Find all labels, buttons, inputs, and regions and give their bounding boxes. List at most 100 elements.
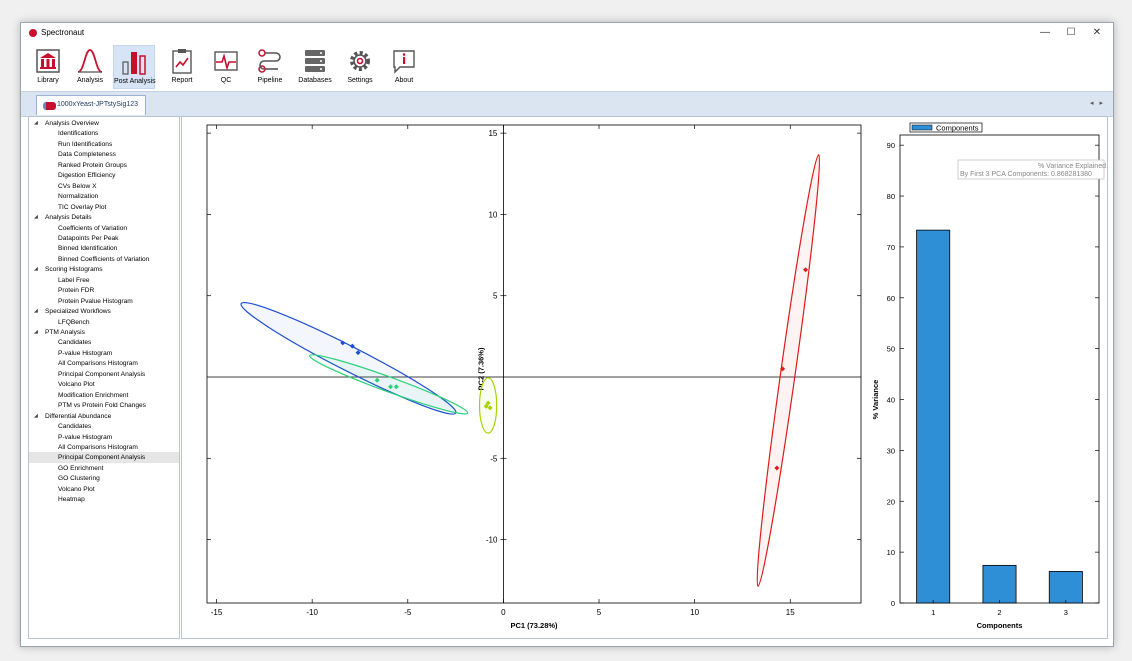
toolbar-databases-label: Databases bbox=[298, 77, 332, 84]
toolbar-library-button[interactable]: Library bbox=[29, 45, 67, 89]
library-icon bbox=[36, 49, 60, 73]
tree-item[interactable]: Label Free bbox=[29, 275, 179, 286]
tree-item[interactable]: P-value Histogram bbox=[29, 432, 179, 443]
x-tick-label: 3 bbox=[1064, 608, 1068, 617]
toolbar-about-label: About bbox=[394, 77, 414, 84]
close-button[interactable]: ✕ bbox=[1083, 26, 1111, 40]
tree-item[interactable]: Principal Component Analysis bbox=[29, 452, 179, 464]
document-tab-strip: 1000xYeast-JPTstySig123 ◂ ▸ bbox=[21, 91, 1113, 117]
tree-item-label: Normalization bbox=[58, 193, 99, 201]
tree-item[interactable]: Protein FDR bbox=[29, 285, 179, 296]
toolbar-settings-button[interactable]: Settings bbox=[341, 45, 379, 89]
tree-item[interactable]: Data Completeness bbox=[29, 149, 179, 160]
tree-item-label: Candidates bbox=[58, 339, 92, 347]
tree-group[interactable]: ◢ Analysis Overview bbox=[29, 118, 179, 129]
tree-group[interactable]: ◢ Specialized Workflows bbox=[29, 306, 179, 317]
collapse-caret-icon[interactable]: ◢ bbox=[34, 306, 38, 317]
tree-item-label: Protein FDR bbox=[58, 287, 95, 295]
toolbar-analysis-button[interactable]: Analysis bbox=[71, 45, 109, 89]
tree-item[interactable]: Protein Pvalue Histogram bbox=[29, 296, 179, 307]
tree-item[interactable]: Normalization bbox=[29, 191, 179, 202]
toolbar-post-analysis-button[interactable]: Post Analysis bbox=[113, 45, 156, 89]
settings-icon bbox=[350, 51, 370, 71]
variance-bar bbox=[1048, 571, 1083, 604]
x-tick-label: 1 bbox=[931, 608, 935, 617]
tree-item[interactable]: All Comparisons Histogram bbox=[29, 358, 179, 369]
y-tick-label: 40 bbox=[887, 396, 895, 405]
y-tick-label: 0 bbox=[891, 599, 895, 608]
tree-item-label: Identifications bbox=[58, 130, 99, 138]
y-tick-label: -10 bbox=[486, 536, 498, 545]
tree-item[interactable]: LFQBench bbox=[29, 317, 179, 328]
tree-group-label: Analysis Overview bbox=[45, 120, 99, 127]
app-title: Spectronaut bbox=[41, 28, 85, 37]
x-axis-label: PC1 (73.28%) bbox=[510, 621, 558, 630]
y-axis-label: % Variance bbox=[871, 380, 880, 420]
tree-item[interactable]: Modification Enrichment bbox=[29, 390, 179, 401]
maximize-button[interactable]: ☐ bbox=[1057, 26, 1085, 40]
variance-bar bbox=[916, 229, 951, 604]
tree-group[interactable]: ◢ Analysis Details bbox=[29, 212, 179, 223]
toolbar-about-button[interactable]: About bbox=[385, 45, 423, 89]
tab-experiment[interactable]: 1000xYeast-JPTstySig123 bbox=[36, 95, 146, 115]
x-tick-label: 10 bbox=[690, 608, 699, 617]
tree-group-label: PTM Analysis bbox=[45, 329, 85, 336]
tree-item[interactable]: TIC Overlay Plot bbox=[29, 202, 179, 213]
tree-group[interactable]: ◢ Differential Abundance bbox=[29, 411, 179, 422]
tree-item-label: Run Identifications bbox=[58, 140, 113, 148]
tree-item[interactable]: All Comparisons Histogram bbox=[29, 442, 179, 453]
tree-group[interactable]: ◢ Scoring Histograms bbox=[29, 264, 179, 275]
analysis-icon bbox=[77, 49, 103, 73]
tree-item-label: Digestion Efficiency bbox=[58, 172, 116, 180]
pca-scatter-chart: -15 -10 -5 0 5 10 1515105-5-10PC1 (73.28%)PC2 … bbox=[206, 124, 862, 630]
toolbar-pipeline-button[interactable]: Pipeline bbox=[251, 45, 289, 89]
tree-item[interactable]: GO Enrichment bbox=[29, 463, 179, 474]
tree-item[interactable]: Volcano Plot bbox=[29, 379, 179, 390]
app-logo-icon bbox=[29, 29, 37, 37]
y-tick-label: 10 bbox=[887, 548, 895, 557]
tree-item[interactable]: Identifications bbox=[29, 128, 179, 139]
collapse-caret-icon[interactable]: ◢ bbox=[34, 212, 38, 223]
post-analysis-icon bbox=[122, 52, 146, 75]
analysis-tree: ◢ Analysis Overview Identifications Run Ide… bbox=[28, 116, 180, 639]
collapse-caret-icon[interactable]: ◢ bbox=[34, 327, 38, 338]
toolbar-analysis-label: Analysis bbox=[76, 77, 104, 84]
y-tick-label: 50 bbox=[887, 345, 895, 354]
toolbar-qc-label: QC bbox=[220, 77, 232, 84]
tree-item[interactable]: Ranked Protein Groups bbox=[29, 160, 179, 171]
y-tick-label: 60 bbox=[887, 294, 895, 303]
tree-item[interactable]: Binned Identification bbox=[29, 243, 179, 254]
minimize-button[interactable]: — bbox=[1031, 26, 1059, 40]
tree-item[interactable]: Digestion Efficiency bbox=[29, 170, 179, 181]
tree-group[interactable]: ◢ PTM Analysis bbox=[29, 327, 179, 338]
app-window: Spectronaut — ☐ ✕ Library Analysis Post … bbox=[20, 22, 1114, 647]
tree-item[interactable]: CVs Below X bbox=[29, 181, 179, 192]
collapse-caret-icon[interactable]: ◢ bbox=[34, 118, 38, 129]
tree-item[interactable]: Candidates bbox=[29, 421, 179, 432]
collapse-caret-icon[interactable]: ◢ bbox=[34, 264, 38, 275]
tree-item-label: Candidates bbox=[58, 423, 92, 431]
legend-label: Components bbox=[936, 124, 979, 133]
toolbar-report-button[interactable]: Report bbox=[163, 45, 201, 89]
tree-item[interactable]: PTM vs Protein Fold Changes bbox=[29, 400, 179, 411]
tree-item[interactable]: Heatmap bbox=[29, 494, 179, 505]
tree-item[interactable]: Volcano Plot bbox=[29, 484, 179, 495]
tree-item[interactable]: Principal Component Analysis bbox=[29, 369, 179, 380]
tree-item[interactable]: Candidates bbox=[29, 337, 179, 348]
tree-item[interactable]: P-value Histogram bbox=[29, 348, 179, 359]
tab-scroll-arrows[interactable]: ◂ ▸ bbox=[1090, 99, 1105, 107]
x-tick-label: -10 bbox=[306, 608, 318, 617]
collapse-caret-icon[interactable]: ◢ bbox=[34, 411, 38, 422]
tree-item[interactable]: Coefficients of Variation bbox=[29, 223, 179, 234]
tree-item-label: CVs Below X bbox=[58, 182, 97, 190]
tree-item[interactable]: GO Clustering bbox=[29, 473, 179, 484]
tree-item-label: Data Completeness bbox=[58, 151, 116, 159]
tree-item-label: PTM vs Protein Fold Changes bbox=[58, 402, 146, 410]
toolbar-qc-button[interactable]: QC bbox=[207, 45, 245, 89]
tree-item[interactable]: Run Identifications bbox=[29, 139, 179, 150]
tab-experiment-label: 1000xYeast-JPTstySig123 bbox=[57, 101, 139, 108]
tree-item[interactable]: Datapoints Per Peak bbox=[29, 233, 179, 244]
y-tick-label: 10 bbox=[488, 210, 497, 219]
tree-item[interactable]: Binned Coefficients of Variation bbox=[29, 254, 179, 265]
toolbar-databases-button[interactable]: Databases bbox=[295, 45, 335, 89]
